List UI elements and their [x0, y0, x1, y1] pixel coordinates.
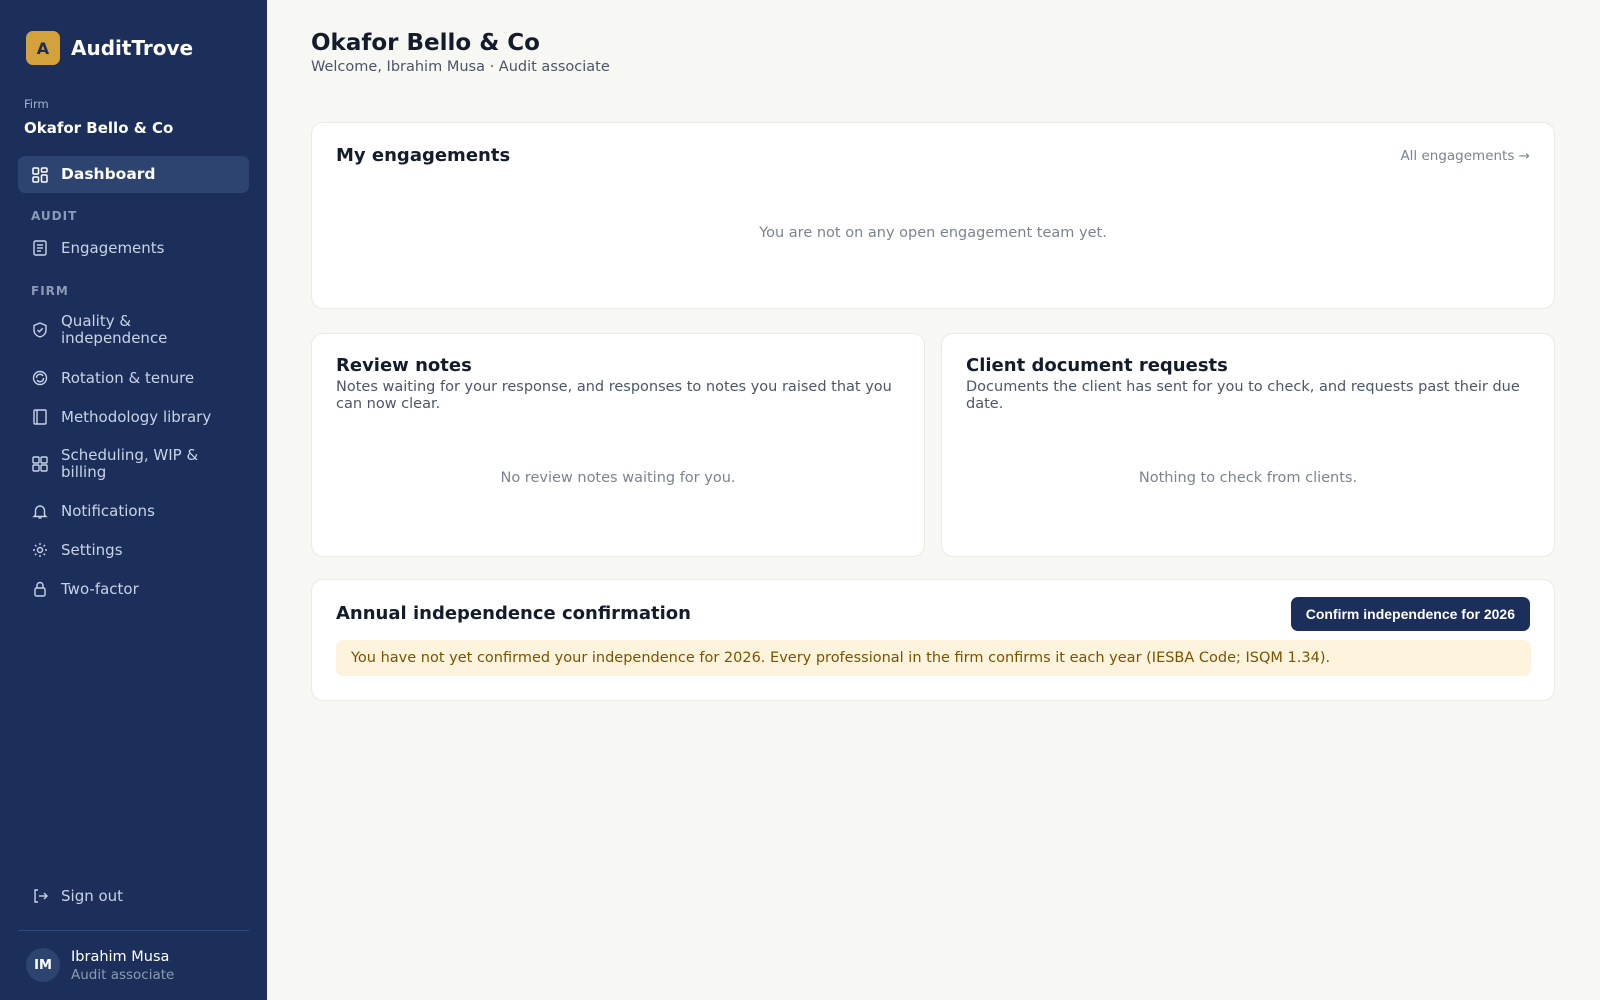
- nav-label-scheduling-wip-billing: Scheduling, WIP & billing: [61, 447, 198, 481]
- client-docs-desc-line1: Documents the client has sent for you to…: [966, 379, 1520, 395]
- review-notes-desc-line1: Notes waiting for your response, and res…: [336, 379, 892, 395]
- page-title: Okafor Bello & Co: [311, 30, 540, 56]
- brand-logo: A: [26, 31, 60, 65]
- client-docs-desc-line2: date.: [966, 396, 1004, 412]
- engagements-card: My engagements All engagements → You are…: [311, 122, 1555, 309]
- independence-card: Annual independence confirmation Confirm…: [311, 579, 1555, 701]
- nav-item-two-factor[interactable]: Two-factor: [18, 580, 249, 598]
- bell-icon: [31, 502, 49, 520]
- engagements-empty-state: You are not on any open engagement team …: [759, 225, 1107, 241]
- sign-out-label: Sign out: [61, 886, 124, 905]
- firm-name: Okafor Bello & Co: [24, 119, 174, 137]
- sidebar: A AuditTrove Firm Okafor Bello & Co Dash…: [0, 0, 267, 1000]
- nav-label-quality-line1: Quality &: [61, 312, 132, 330]
- section-label-audit: AUDIT: [31, 209, 78, 223]
- nav-item-notifications[interactable]: Notifications: [18, 502, 249, 520]
- brand-name: AuditTrove: [71, 36, 194, 60]
- nav-label-quality-independence: Quality & independence: [61, 313, 167, 347]
- nav-item-methodology-library[interactable]: Methodology library: [18, 408, 249, 426]
- engagements-card-title: My engagements: [336, 145, 511, 166]
- grid-icon: [31, 166, 49, 184]
- client-docs-empty-state: Nothing to check from clients.: [1138, 470, 1358, 486]
- nav-label-engagements: Engagements: [61, 238, 165, 257]
- document-icon: [31, 239, 49, 257]
- nav-label-scheduling-line2: billing: [61, 463, 107, 481]
- nav-label-rotation-tenure: Rotation & tenure: [61, 368, 195, 387]
- nav-label-settings: Settings: [61, 540, 123, 559]
- nav-item-rotation-tenure[interactable]: Rotation & tenure: [18, 369, 249, 387]
- confirm-independence-button[interactable]: Confirm independence for 2026: [1290, 597, 1530, 631]
- nav-item-dashboard[interactable]: Dashboard: [18, 156, 249, 193]
- review-notes-card: Review notes Notes waiting for your resp…: [311, 333, 925, 557]
- shield-check-icon: [31, 321, 49, 339]
- review-notes-empty-state: No review notes waiting for you.: [500, 470, 736, 486]
- sign-out-icon: [31, 887, 49, 905]
- all-engagements-link[interactable]: All engagements →: [1400, 148, 1530, 164]
- nav-label-notifications: Notifications: [61, 501, 155, 520]
- apps-grid-icon: [31, 455, 49, 473]
- book-icon: [31, 408, 49, 426]
- nav-item-quality-independence[interactable]: Quality & independence: [18, 313, 249, 347]
- user-name: Ibrahim Musa: [71, 949, 170, 965]
- nav-label-two-factor: Two-factor: [61, 579, 139, 598]
- lock-icon: [31, 580, 49, 598]
- nav-label-scheduling-line1: Scheduling, WIP &: [61, 446, 199, 464]
- independence-notice: You have not yet confirmed your independ…: [336, 640, 1531, 676]
- review-notes-title: Review notes: [336, 355, 472, 376]
- review-notes-description: Notes waiting for your response, and res…: [336, 379, 906, 413]
- rotation-icon: [31, 369, 49, 387]
- brand[interactable]: A AuditTrove: [26, 31, 193, 65]
- nav-item-settings[interactable]: Settings: [18, 541, 249, 559]
- gear-icon: [31, 541, 49, 559]
- nav-item-scheduling-wip-billing[interactable]: Scheduling, WIP & billing: [18, 447, 249, 481]
- independence-card-title: Annual independence confirmation: [336, 603, 691, 624]
- sign-out-button[interactable]: Sign out: [18, 887, 249, 905]
- client-docs-title: Client document requests: [966, 355, 1228, 376]
- nav-label-methodology-library: Methodology library: [61, 407, 212, 426]
- nav-item-engagements[interactable]: Engagements: [18, 239, 249, 257]
- page-subtitle: Welcome, Ibrahim Musa · Audit associate: [311, 59, 610, 75]
- firm-caption: Firm: [24, 97, 49, 111]
- review-notes-desc-line2: can now clear.: [336, 396, 441, 412]
- user-role: Audit associate: [71, 967, 175, 983]
- nav-label-quality-line2: independence: [61, 329, 168, 347]
- client-docs-description: Documents the client has sent for you to…: [966, 379, 1536, 413]
- avatar[interactable]: IM: [26, 948, 60, 982]
- sidebar-divider: [18, 930, 249, 931]
- section-label-firm: FIRM: [31, 284, 69, 298]
- client-docs-card: Client document requests Documents the c…: [941, 333, 1555, 557]
- nav-label-dashboard: Dashboard: [61, 165, 156, 183]
